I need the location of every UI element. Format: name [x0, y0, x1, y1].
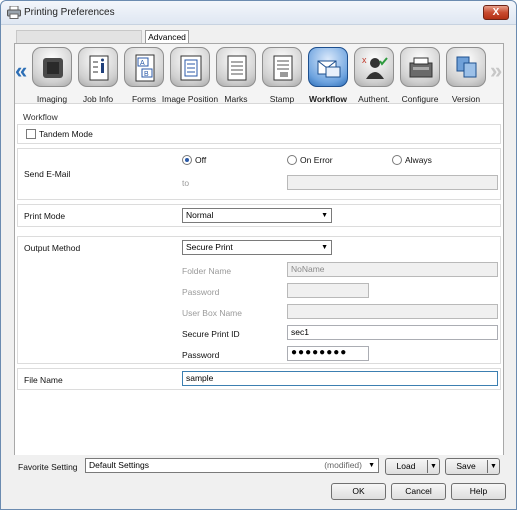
- cancel-button[interactable]: Cancel: [391, 483, 446, 500]
- printer-icon: [7, 5, 21, 19]
- send-email-always-radio[interactable]: [392, 155, 402, 165]
- chevron-down-icon: ▼: [368, 462, 375, 469]
- output-method-value: Secure Print: [186, 242, 233, 252]
- send-email-always-label: Always: [405, 155, 432, 165]
- favorite-setting-select[interactable]: Default Settings (modified) ▼: [85, 458, 379, 473]
- send-email-group: Send E-Mail Off On Error Always to: [17, 148, 501, 200]
- tab-strip: Advanced: [16, 30, 196, 44]
- window-title: Printing Preferences: [24, 7, 115, 18]
- authentication-icon: x: [354, 47, 394, 87]
- nav-label: Version: [451, 94, 481, 104]
- main-panel: « Imaging Job Info AB Forms Image Positi…: [14, 43, 504, 477]
- folder-name-label: Folder Name: [182, 266, 232, 276]
- file-name-group: File Name sample: [17, 368, 501, 390]
- tandem-mode-group: Tandem Mode: [17, 124, 501, 144]
- folder-name-field[interactable]: NoName: [287, 262, 498, 277]
- send-email-label: Send E-Mail: [24, 169, 71, 179]
- marks-icon: [216, 47, 256, 87]
- load-button[interactable]: Load ▼: [385, 458, 440, 475]
- tandem-mode-label: Tandem Mode: [39, 129, 93, 139]
- category-ribbon: « Imaging Job Info AB Forms Image Positi…: [15, 44, 503, 104]
- send-email-on-error-label: On Error: [300, 155, 333, 165]
- output-method-select[interactable]: Secure Print ▼: [182, 240, 332, 255]
- save-button-label: Save: [456, 461, 476, 471]
- svg-text:x: x: [362, 55, 367, 65]
- print-mode-label: Print Mode: [24, 211, 66, 221]
- ribbon-next-arrow[interactable]: »: [490, 58, 502, 84]
- folder-password-label: Password: [182, 287, 220, 297]
- ok-button[interactable]: OK: [331, 483, 386, 500]
- tandem-mode-checkbox[interactable]: [26, 129, 36, 139]
- secure-print-id-field[interactable]: sec1: [287, 325, 498, 340]
- send-email-off-label: Off: [195, 155, 207, 165]
- output-method-label: Output Method: [24, 243, 81, 253]
- nav-version[interactable]: Version: [444, 47, 488, 104]
- save-divider: [487, 460, 488, 473]
- ribbon-prev-arrow[interactable]: «: [15, 58, 27, 84]
- printing-preferences-window: Printing Preferences X Advanced « Imagin…: [0, 0, 517, 510]
- secure-print-id-label: Secure Print ID: [182, 329, 240, 339]
- image-position-icon: [170, 47, 210, 87]
- favorite-modified-text: (modified): [324, 460, 362, 470]
- svg-text:A: A: [140, 60, 145, 67]
- version-icon: [446, 47, 486, 87]
- user-box-name-label: User Box Name: [182, 308, 242, 318]
- save-button[interactable]: Save ▼: [445, 458, 500, 475]
- stamp-icon: [262, 47, 302, 87]
- secure-password-field[interactable]: ●●●●●●●●: [287, 346, 369, 361]
- forms-icon: AB: [124, 47, 164, 87]
- user-box-name-field[interactable]: [287, 304, 498, 319]
- send-email-off-radio[interactable]: [182, 155, 192, 165]
- imaging-icon: [32, 47, 72, 87]
- title-bar: Printing Preferences X: [1, 1, 516, 25]
- send-email-to-label: to: [182, 178, 190, 188]
- chevron-down-icon: ▼: [321, 212, 328, 219]
- favorite-setting-bar: Favorite Setting Default Settings (modif…: [14, 455, 504, 477]
- send-email-to-field[interactable]: [287, 175, 498, 190]
- job-info-icon: [78, 47, 118, 87]
- load-button-label: Load: [396, 461, 416, 471]
- favorite-setting-label: Favorite Setting: [18, 462, 78, 472]
- print-mode-select[interactable]: Normal ▼: [182, 208, 332, 223]
- file-name-field[interactable]: sample: [182, 371, 498, 386]
- close-button[interactable]: X: [483, 5, 509, 20]
- svg-text:B: B: [144, 71, 149, 78]
- tab-advanced[interactable]: Advanced: [145, 30, 189, 44]
- secure-password-label: Password: [182, 350, 220, 360]
- print-mode-group: Print Mode Normal ▼: [17, 204, 501, 227]
- workflow-icon: [308, 47, 348, 87]
- print-mode-value: Normal: [186, 210, 214, 220]
- favorite-setting-value: Default Settings: [89, 460, 150, 470]
- output-method-group: Output Method Secure Print ▼ Folder Name…: [17, 236, 501, 364]
- tab-basic[interactable]: [16, 30, 142, 43]
- load-divider: [427, 460, 428, 473]
- workflow-section-title: Workflow: [23, 112, 58, 122]
- chevron-down-icon[interactable]: ▼: [490, 459, 497, 474]
- help-button[interactable]: Help: [451, 483, 506, 500]
- file-name-label: File Name: [24, 375, 63, 385]
- configure-icon: [400, 47, 440, 87]
- chevron-down-icon: ▼: [321, 244, 328, 251]
- folder-password-field[interactable]: [287, 283, 369, 298]
- chevron-down-icon[interactable]: ▼: [430, 459, 437, 474]
- send-email-on-error-radio[interactable]: [287, 155, 297, 165]
